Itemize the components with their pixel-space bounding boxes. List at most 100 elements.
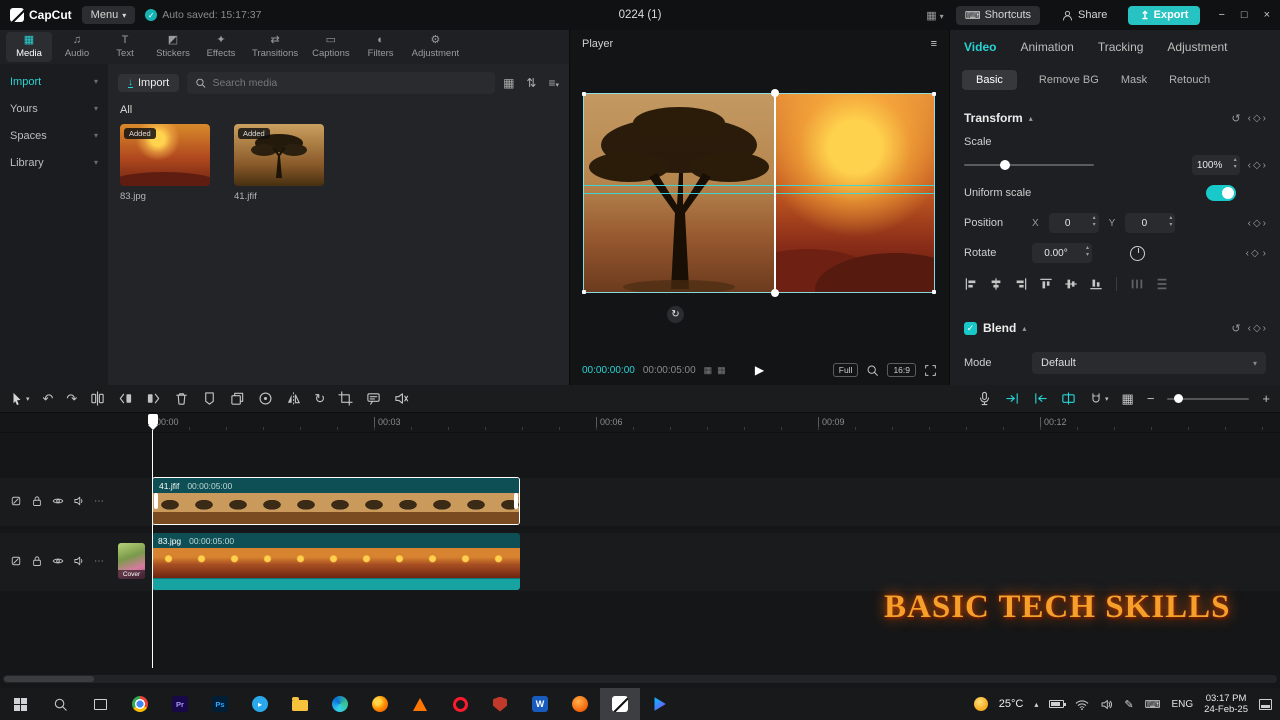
add-keyframe-icon[interactable]: ◇ (1253, 113, 1261, 124)
tab-stickers[interactable]: ◩Stickers (150, 32, 196, 62)
trim-handle-right[interactable] (514, 493, 518, 509)
taskbar-security-app[interactable] (480, 688, 520, 720)
delete-right-icon[interactable] (146, 391, 161, 406)
preview-canvas[interactable] (583, 93, 935, 293)
media-item-41jfif[interactable]: Added 41.jfif (234, 124, 324, 202)
tab-video[interactable]: Video (964, 40, 996, 54)
playhead[interactable] (147, 414, 158, 670)
taskbar-photoshop[interactable]: Ps (200, 688, 240, 720)
taskbar-brave[interactable] (560, 688, 600, 720)
hide-track-icon[interactable] (52, 555, 64, 567)
magnetic-snap-icon[interactable] (1005, 391, 1020, 406)
shortcuts-button[interactable]: ⌨ Shortcuts (956, 6, 1040, 25)
mute-track-icon[interactable] (73, 495, 85, 507)
taskbar-clock[interactable]: 03:17 PM 24-Feb-25 (1204, 693, 1248, 715)
tab-adjustment[interactable]: ⚙Adjustment (406, 32, 466, 62)
sidebar-item-yours[interactable]: Yours▾ (0, 95, 108, 122)
prev-keyframe-icon[interactable]: ‹ (1248, 218, 1251, 229)
blend-checkbox[interactable]: ✓ (964, 322, 977, 335)
freeze-frame-icon[interactable] (258, 391, 273, 406)
scrollbar-thumb[interactable] (4, 676, 94, 682)
tab-audio[interactable]: ♫Audio (54, 32, 100, 62)
extract-audio-icon[interactable] (394, 391, 409, 406)
next-keyframe-icon[interactable]: › (1263, 323, 1266, 334)
crop-icon[interactable] (338, 391, 353, 406)
timeline-scrollbar[interactable] (3, 675, 1277, 683)
track-height-icon[interactable]: ▦ (1122, 391, 1134, 407)
voiceover-mic-icon[interactable] (977, 391, 992, 406)
distribute-horizontal-icon[interactable] (1130, 277, 1144, 291)
add-keyframe-icon[interactable]: ◇ (1253, 218, 1261, 229)
next-keyframe-icon[interactable]: › (1263, 113, 1266, 124)
scale-value-box[interactable]: 100% ▴▾ (1192, 155, 1240, 175)
taskbar-edge[interactable] (320, 688, 360, 720)
task-view-button[interactable] (80, 688, 120, 720)
action-center-icon[interactable] (1259, 699, 1272, 710)
subtab-remove-bg[interactable]: Remove BG (1039, 74, 1099, 86)
align-center-vertical-icon[interactable] (1064, 277, 1078, 291)
prev-keyframe-icon[interactable]: ‹ (1248, 160, 1251, 171)
taskbar-firefox[interactable] (360, 688, 400, 720)
collapse-icon[interactable]: ▴ (1029, 114, 1033, 123)
taskbar-vlc[interactable] (400, 688, 440, 720)
overlay-icon[interactable] (230, 391, 245, 406)
stepper-icon[interactable]: ▴▾ (1086, 245, 1089, 259)
taskbar-premiere[interactable]: Pr (160, 688, 200, 720)
media-item-83jpg[interactable]: Added 83.jpg (120, 124, 210, 202)
rotate-value-box[interactable]: 0.00° ▴▾ (1032, 243, 1092, 263)
align-right-icon[interactable] (1014, 277, 1028, 291)
filter-icon[interactable]: ≡▾ (548, 76, 559, 90)
align-center-horizontal-icon[interactable] (989, 277, 1003, 291)
caption-icon[interactable] (366, 391, 381, 406)
reset-icon[interactable]: ↺ (1231, 112, 1240, 125)
next-keyframe-icon[interactable]: › (1263, 160, 1266, 171)
touch-keyboard-icon[interactable]: ⌨ (1145, 698, 1161, 711)
preview-zoom-icon[interactable] (866, 364, 879, 377)
taskbar-opera[interactable] (440, 688, 480, 720)
delete-left-icon[interactable] (118, 391, 133, 406)
subtab-mask[interactable]: Mask (1121, 74, 1147, 86)
taskbar-google-play[interactable] (640, 688, 680, 720)
weather-icon[interactable] (974, 697, 988, 711)
lock-icon[interactable] (31, 495, 43, 507)
more-options-icon[interactable]: ⋯ (94, 496, 104, 507)
search-box[interactable] (187, 72, 495, 94)
zoom-in-icon[interactable]: + (1262, 391, 1270, 406)
import-button[interactable]: ↓ Import (118, 74, 179, 92)
redo-icon[interactable]: ↷ (66, 391, 77, 407)
prev-keyframe-icon[interactable]: ‹ (1246, 248, 1249, 259)
mute-track-icon[interactable] (73, 555, 85, 567)
rotate-dial[interactable] (1130, 246, 1145, 261)
timeline-ruler[interactable]: 00:00 00:03 00:06 00:09 00:12 (0, 413, 1280, 433)
align-left-icon[interactable] (964, 277, 978, 291)
track-options-icon[interactable] (10, 495, 22, 507)
next-keyframe-icon[interactable]: › (1263, 248, 1266, 259)
tab-filters[interactable]: ◐Filters (358, 32, 404, 62)
lock-icon[interactable] (31, 555, 43, 567)
position-y-box[interactable]: 0 ▴▾ (1125, 213, 1175, 233)
tab-text[interactable]: TText (102, 32, 148, 62)
share-button[interactable]: Share (1052, 6, 1116, 25)
cover-button[interactable]: Cover (118, 543, 145, 579)
aspect-ratio-button[interactable]: 16:9 (887, 363, 916, 377)
mark-icon[interactable] (202, 391, 217, 406)
taskbar-chrome[interactable] (120, 688, 160, 720)
full-preview-button[interactable]: Full (833, 363, 859, 377)
scale-slider[interactable] (964, 164, 1094, 166)
blend-mode-dropdown[interactable]: Default ▾ (1032, 352, 1266, 374)
tab-captions[interactable]: ▭Captions (306, 32, 356, 62)
mirror-icon[interactable] (286, 391, 301, 406)
slider-knob[interactable] (1000, 160, 1010, 170)
export-button[interactable]: ↥ Export (1128, 6, 1200, 25)
distribute-vertical-icon[interactable] (1155, 277, 1169, 291)
rotate-icon[interactable]: ↻ (314, 391, 325, 407)
add-keyframe-icon[interactable]: ◇ (1253, 323, 1261, 334)
start-button[interactable] (0, 688, 40, 720)
tab-tracking[interactable]: Tracking (1098, 40, 1144, 54)
tab-transitions[interactable]: ⇄Transitions (246, 32, 304, 62)
stepper-icon[interactable]: ▴▾ (1093, 215, 1096, 229)
fullscreen-icon[interactable] (924, 364, 937, 377)
reset-icon[interactable]: ↺ (1231, 322, 1240, 335)
subtab-basic[interactable]: Basic (962, 70, 1017, 90)
grid-view-icon[interactable]: ▦ (503, 76, 514, 90)
